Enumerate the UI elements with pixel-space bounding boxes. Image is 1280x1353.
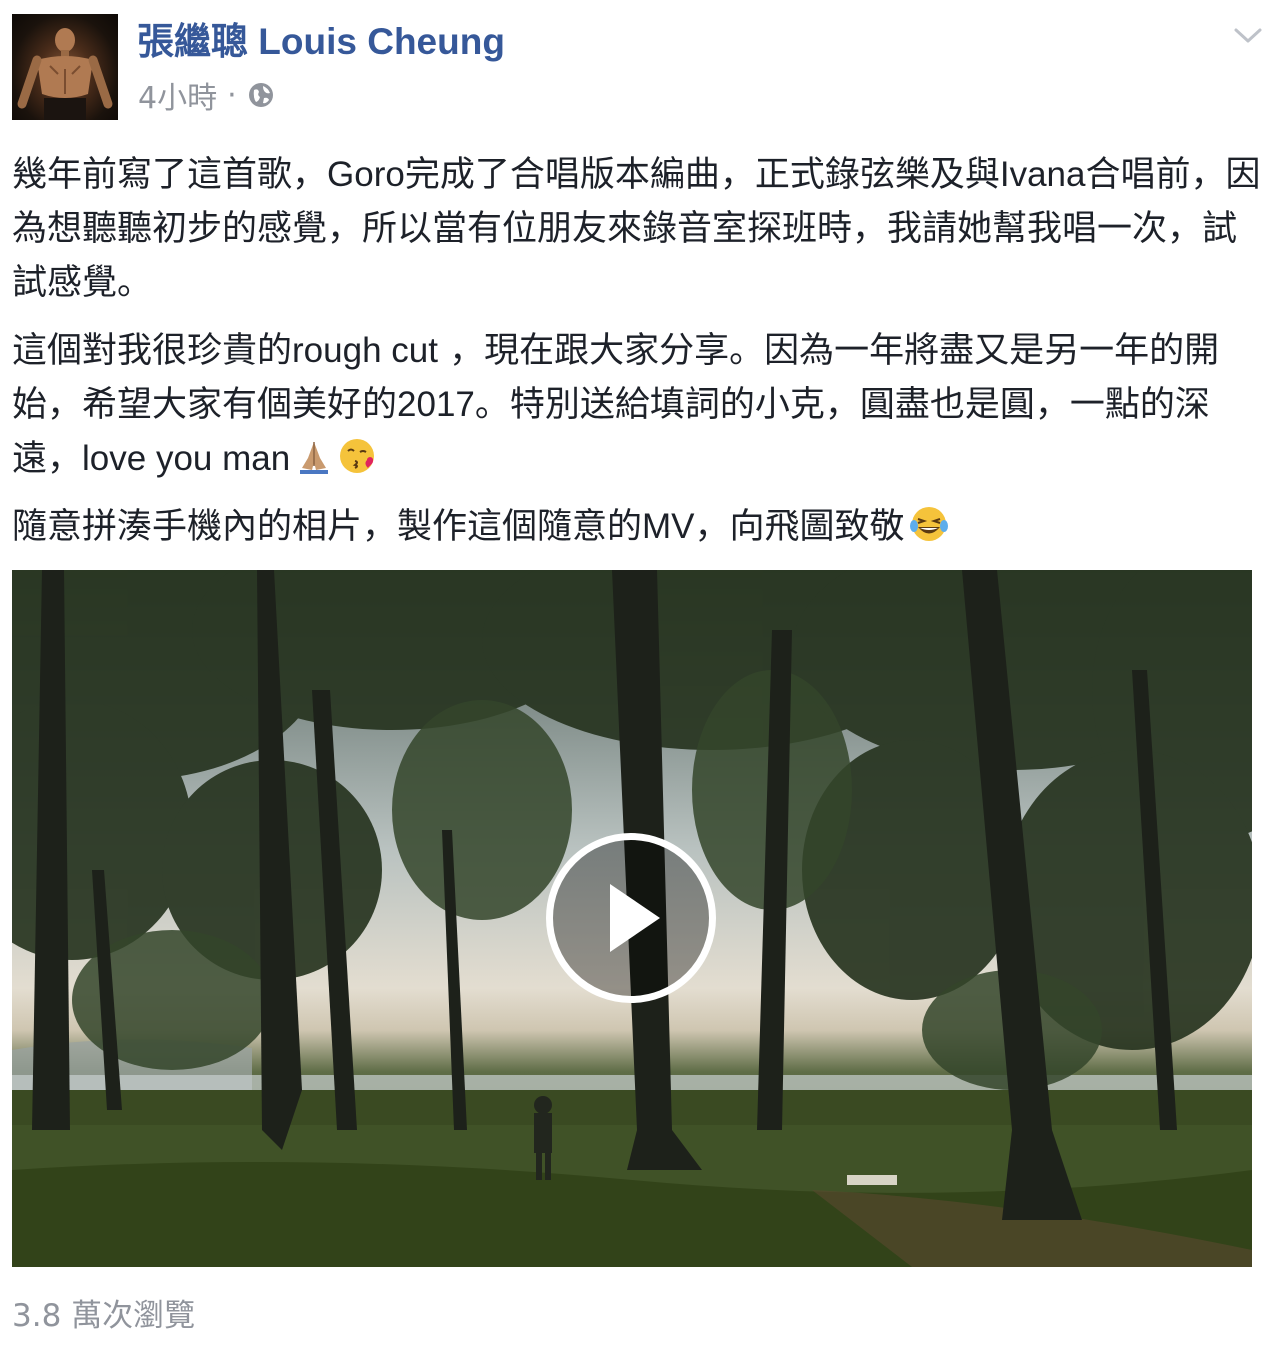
author-name-link[interactable]: 張繼聰 Louis Cheung (137, 20, 505, 64)
video-player[interactable] (12, 570, 1252, 1267)
meta-separator: · (227, 77, 237, 113)
facebook-post: 張繼聰 Louis Cheung 4小時 · 幾年前寫了這首歌，Goro完成了合… (0, 0, 1280, 1353)
avatar[interactable] (12, 14, 118, 120)
kissing-face-emoji (338, 436, 378, 476)
laughing-tears-emoji (909, 504, 949, 544)
text-segment: 2017 (397, 385, 475, 424)
chevron-down-icon[interactable] (1230, 18, 1266, 54)
view-count: 3.8 萬次瀏覽 (12, 1298, 196, 1334)
post-paragraph-3: 隨意拼湊手機內的相片，製作這個隨意的MV，向飛圖致敬 (12, 500, 1268, 554)
text-segment: MV (642, 507, 695, 546)
text-segment: Ivana (999, 155, 1086, 194)
text-segment: 這個對我很珍貴的 (12, 331, 293, 371)
text-segment: rough cut (292, 331, 438, 370)
text-segment: 幾年前寫了這首歌， (12, 155, 328, 195)
text-segment: 隨意拼湊手機內的相片，製作這個隨意的 (12, 507, 643, 547)
text-segment: Goro (327, 155, 405, 194)
text-segment: ，向飛圖致敬 (694, 507, 905, 547)
post-meta: 4小時 · (138, 77, 275, 116)
play-icon[interactable] (546, 833, 716, 1003)
globe-icon[interactable] (247, 81, 275, 109)
post-text: 幾年前寫了這首歌，Goro完成了合唱版本編曲，正式錄弦樂及與Ivana合唱前，因… (12, 148, 1268, 568)
text-segment: love you man (82, 439, 291, 478)
timestamp-link[interactable]: 4小時 (138, 73, 217, 117)
post-paragraph-2: 這個對我很珍貴的rough cut ，現在跟大家分享。因為一年將盡又是另一年的開… (12, 324, 1268, 486)
text-segment: 完成了合唱版本編曲，正式錄弦樂及與 (404, 155, 1000, 195)
folded-hands-emoji (294, 436, 334, 476)
post-paragraph-1: 幾年前寫了這首歌，Goro完成了合唱版本編曲，正式錄弦樂及與Ivana合唱前，因… (12, 148, 1268, 310)
